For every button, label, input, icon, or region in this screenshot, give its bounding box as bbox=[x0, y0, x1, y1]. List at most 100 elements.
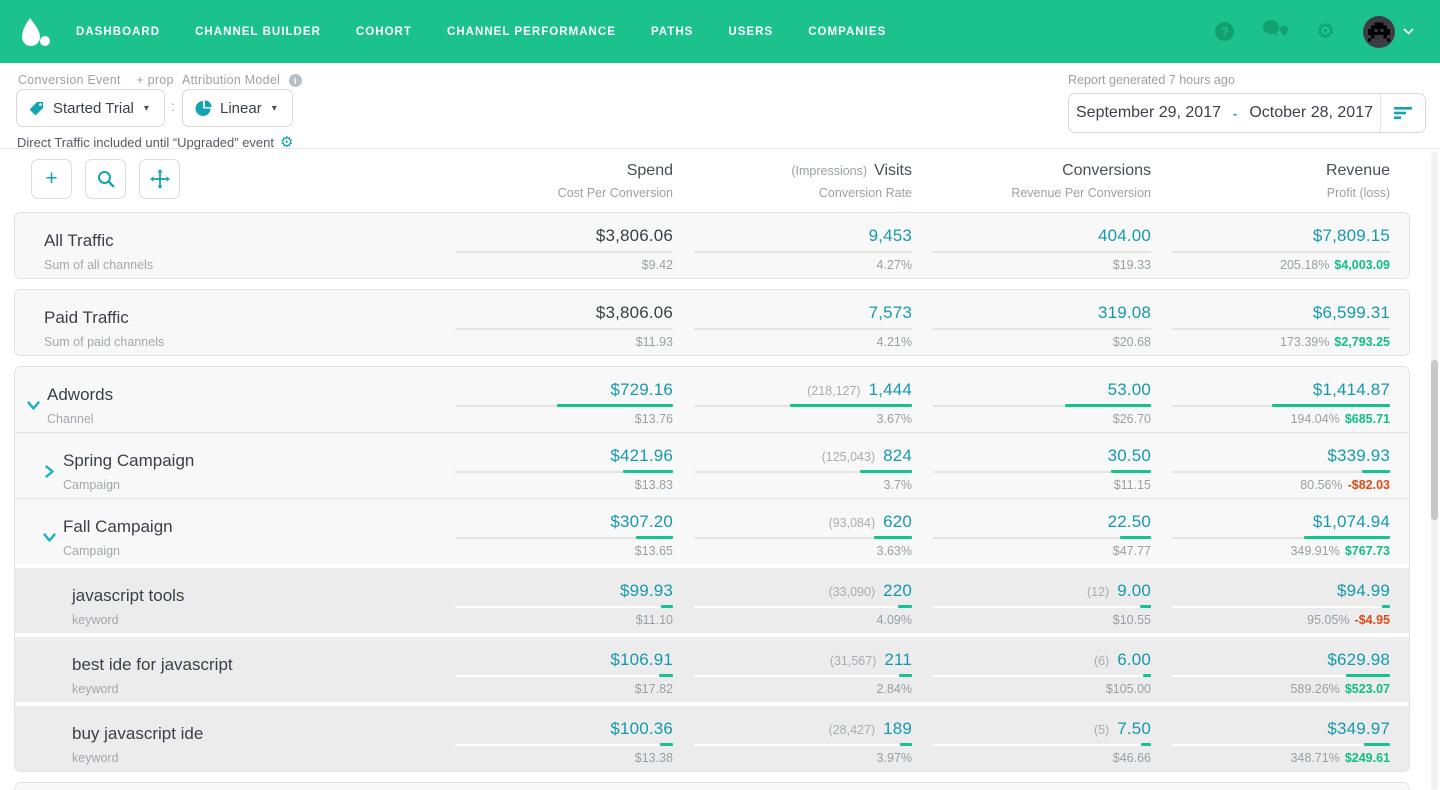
table-card: Paid Traffic Sum of paid channels $3,806… bbox=[14, 289, 1410, 356]
column-header-visits[interactable]: (Impressions)Visits Conversion Rate bbox=[673, 159, 912, 200]
conversion-event-select[interactable]: Started Trial ▾ bbox=[16, 89, 165, 127]
user-menu-caret-icon[interactable] bbox=[1403, 28, 1414, 35]
search-button[interactable] bbox=[85, 159, 126, 199]
nav-item[interactable]: COMPANIES bbox=[808, 26, 886, 38]
table-row[interactable]: buy javascript ide keyword $100.36 $13.3… bbox=[15, 702, 1409, 771]
attribution-model-select[interactable]: Linear ▾ bbox=[182, 89, 293, 127]
conversions-cell: 22.50 $47.77 bbox=[912, 510, 1151, 564]
profit-percent-value: 95.05% bbox=[1307, 613, 1349, 627]
table-row[interactable]: Paid Traffic Sum of paid channels $3,806… bbox=[15, 290, 1409, 355]
visits-cell: (33,090)220 4.09% bbox=[673, 579, 912, 633]
conversion-rate-value: 3.7% bbox=[884, 478, 913, 492]
settings-gear-icon[interactable]: ⚙ bbox=[1316, 21, 1335, 42]
revenue-cell: $349.97 348.71% $249.61 bbox=[1151, 717, 1390, 771]
nav-item[interactable]: PATHS bbox=[651, 26, 693, 38]
column-header-conversions[interactable]: Conversions Revenue Per Conversion bbox=[912, 159, 1151, 200]
conversion-rate-value: 4.09% bbox=[877, 613, 912, 627]
conversions-value: 9.00 bbox=[1117, 581, 1151, 601]
spend-bar bbox=[455, 675, 673, 677]
info-icon[interactable]: i bbox=[289, 74, 302, 87]
scrollbar[interactable] bbox=[1431, 152, 1438, 790]
row-name-cell: Fall Campaign Campaign bbox=[31, 510, 434, 564]
visits-value: 9,453 bbox=[869, 226, 912, 246]
row-expand-chevron-icon[interactable] bbox=[44, 464, 58, 478]
pie-chart-icon bbox=[195, 100, 212, 117]
spend-cell: $106.91 $17.82 bbox=[434, 648, 673, 702]
avatar[interactable] bbox=[1363, 16, 1395, 48]
conversions-cell: (12) 9.00 $10.55 bbox=[912, 579, 1151, 633]
conversion-rate-value: 2.84% bbox=[877, 682, 912, 696]
nav-item[interactable]: CHANNEL BUILDER bbox=[195, 26, 321, 38]
direct-traffic-note: Direct Traffic included until “Upgraded”… bbox=[17, 133, 293, 151]
profit-percent-value: 173.39% bbox=[1280, 335, 1329, 349]
conversion-count-prefix: (5) bbox=[1094, 723, 1109, 737]
row-name-cell: Spring Campaign Campaign bbox=[31, 444, 434, 498]
table-row[interactable]: Spring Campaign Campaign $421.96 $13.83 … bbox=[15, 432, 1409, 498]
row-expand-chevron-icon[interactable] bbox=[28, 398, 42, 412]
row-name-cell: javascript tools keyword bbox=[31, 579, 434, 633]
spend-cell: $3,806.06 $11.93 bbox=[434, 301, 673, 355]
column-header-revenue[interactable]: Revenue Profit (loss) bbox=[1151, 159, 1390, 200]
date-range-picker: September 29, 2017 - October 28, 2017 bbox=[1068, 93, 1426, 133]
impressions-value: (125,043) bbox=[822, 450, 876, 464]
revenue-cell: $1,074.94 349.91% $767.73 bbox=[1151, 510, 1390, 564]
chat-icon[interactable] bbox=[1262, 19, 1288, 44]
table-row[interactable]: Fall Campaign Campaign $307.20 $13.65 (9… bbox=[15, 498, 1409, 564]
revenue-bar bbox=[1172, 675, 1390, 677]
user-menu[interactable] bbox=[1363, 16, 1414, 48]
spend-bar bbox=[455, 251, 673, 253]
row-name-cell: Adwords Channel bbox=[31, 378, 434, 432]
conversions-value: 404.00 bbox=[1098, 226, 1151, 246]
row-subtitle: keyword bbox=[72, 751, 203, 765]
move-button[interactable] bbox=[139, 159, 180, 199]
column-header-spend[interactable]: Spend Cost Per Conversion bbox=[434, 159, 673, 200]
help-icon[interactable]: ? bbox=[1215, 22, 1234, 41]
table-row[interactable]: best ide for javascript keyword $106.91 … bbox=[15, 633, 1409, 702]
visits-cell: (31,567)211 2.84% bbox=[673, 648, 912, 702]
nav-item[interactable]: COHORT bbox=[356, 26, 412, 38]
conversions-bar bbox=[933, 744, 1151, 746]
row-expand-chevron-icon[interactable] bbox=[44, 530, 58, 544]
table-row[interactable]: Adwords Channel $729.16 $13.76 (218,127)… bbox=[15, 367, 1409, 432]
top-nav: DASHBOARD CHANNEL BUILDER COHORT CHANNEL PE… bbox=[0, 0, 1440, 63]
note-settings-gear-icon[interactable]: ⚙ bbox=[280, 133, 293, 151]
conversions-value: 6.00 bbox=[1117, 650, 1151, 670]
row-title: Adwords bbox=[47, 385, 113, 405]
table-card: Video Channel $990.90 675 14.00 $944.07 bbox=[14, 782, 1410, 790]
table-row[interactable]: javascript tools keyword $99.93 $11.10 (… bbox=[15, 564, 1409, 633]
add-prop-link[interactable]: + prop bbox=[136, 73, 173, 87]
date-separator: - bbox=[1233, 106, 1237, 121]
nav-item[interactable]: USERS bbox=[728, 26, 773, 38]
revenue-value: $629.98 bbox=[1327, 650, 1390, 670]
conversions-cell: 404.00 $19.33 bbox=[912, 224, 1151, 278]
revenue-bar bbox=[1172, 405, 1390, 407]
visits-cell: 7,573 4.21% bbox=[673, 301, 912, 355]
nav-item[interactable]: CHANNEL PERFORMANCE bbox=[447, 26, 616, 38]
row-name-cell: best ide for javascript keyword bbox=[31, 648, 434, 702]
cost-per-conversion-value: $17.82 bbox=[635, 682, 673, 696]
conversions-value: 7.50 bbox=[1117, 719, 1151, 739]
profit-value: $767.73 bbox=[1345, 544, 1390, 558]
add-channel-button[interactable]: + bbox=[31, 159, 72, 199]
date-range-button[interactable]: September 29, 2017 - October 28, 2017 bbox=[1069, 94, 1380, 132]
spend-value: $106.91 bbox=[610, 650, 673, 670]
revenue-per-conversion-value: $10.55 bbox=[1113, 613, 1151, 627]
conversion-event-value: Started Trial bbox=[53, 100, 134, 117]
revenue-bar bbox=[1172, 537, 1390, 539]
revenue-bar bbox=[1172, 606, 1390, 608]
table-row[interactable]: All Traffic Sum of all channels $3,806.0… bbox=[15, 213, 1409, 278]
table-row[interactable]: Video Channel $990.90 675 14.00 $944.07 bbox=[15, 783, 1409, 790]
row-name-cell: buy javascript ide keyword bbox=[31, 717, 434, 771]
date-filter-button[interactable] bbox=[1380, 94, 1425, 132]
scrollbar-thumb[interactable] bbox=[1431, 360, 1438, 520]
conversions-bar bbox=[933, 606, 1151, 608]
app-logo-icon[interactable] bbox=[20, 14, 54, 50]
conversion-count-prefix: (12) bbox=[1087, 585, 1109, 599]
impressions-value: (28,427) bbox=[829, 723, 876, 737]
nav-item[interactable]: DASHBOARD bbox=[76, 26, 160, 38]
conversions-bar bbox=[933, 251, 1151, 253]
cost-per-conversion-value: $13.38 bbox=[635, 751, 673, 765]
select-caret-icon: ▾ bbox=[144, 103, 149, 114]
spend-bar bbox=[455, 537, 673, 539]
visits-bar bbox=[694, 675, 912, 677]
